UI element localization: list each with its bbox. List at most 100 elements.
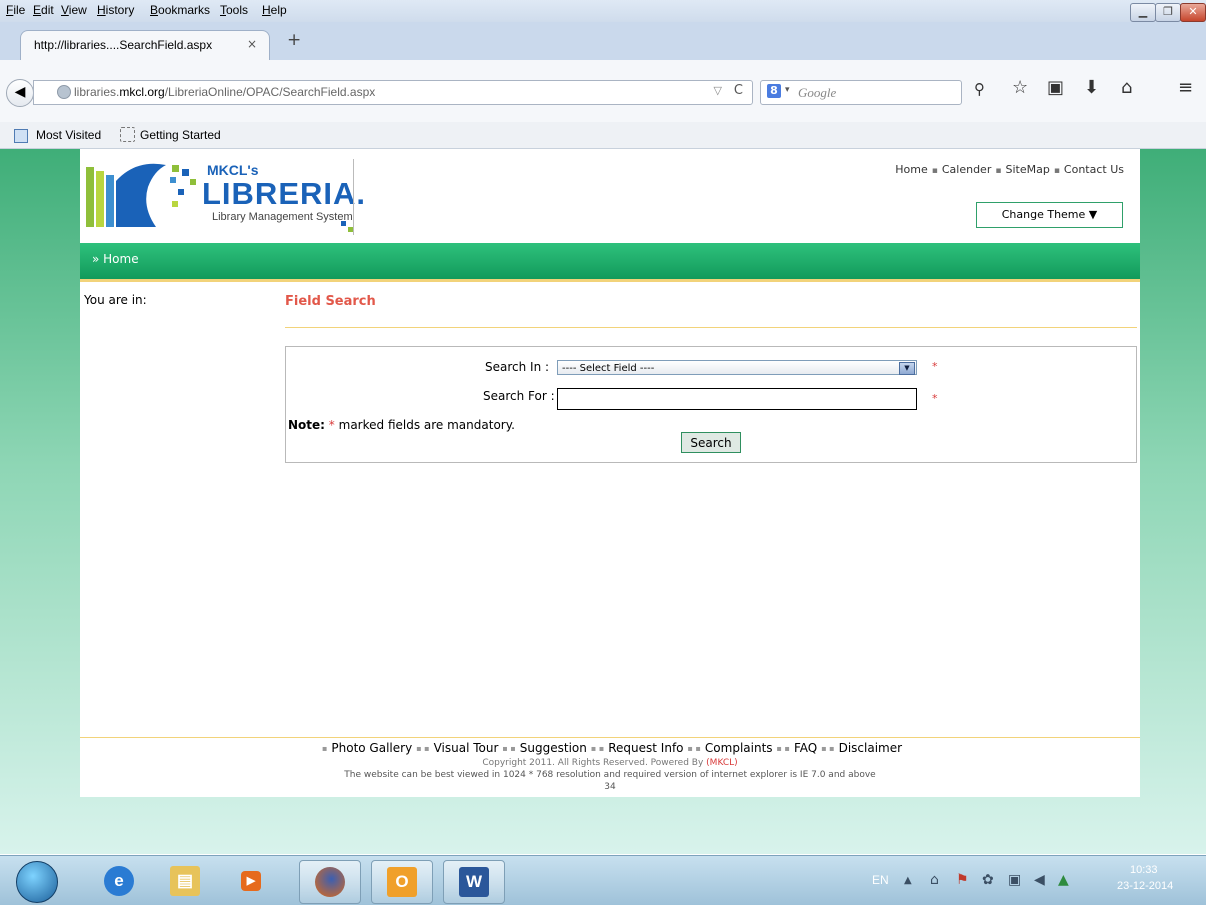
logo-divider [353, 159, 354, 235]
search-placeholder: Google [798, 85, 837, 100]
outlook-icon: O [387, 867, 417, 897]
required-marker: * [932, 360, 938, 373]
footer-link-faq[interactable]: FAQ [794, 741, 817, 755]
bookmark-star-icon[interactable]: ☆ [1012, 77, 1028, 98]
search-for-label: Search For : [483, 389, 555, 403]
clock-time[interactable]: 10:33 [1130, 864, 1158, 876]
url-dropdown-icon[interactable]: ▽ [714, 84, 722, 97]
media-player-icon: ▶ [241, 871, 261, 891]
footer-link-complaints[interactable]: Complaints [705, 741, 773, 755]
folder-icon: ▤ [170, 866, 200, 896]
bookmarks-toolbar: Most Visited Getting Started [0, 122, 1206, 149]
most-visited-icon [14, 129, 28, 143]
footer-link-request-info[interactable]: Request Info [608, 741, 683, 755]
main-nav-bar: » Home [80, 243, 1140, 282]
clock-date[interactable]: 23-12-2014 [1117, 880, 1173, 892]
search-for-input[interactable] [557, 388, 917, 410]
menu-bar: File Edit View History Bookmarks Tools H… [0, 0, 1206, 22]
mkcl-link[interactable]: (MKCL) [706, 758, 738, 768]
settings-icon[interactable]: ✿ [982, 872, 994, 888]
url-bar[interactable]: libraries.mkcl.org/LibreriaOnline/OPAC/S… [33, 80, 753, 105]
menu-bookmarks[interactable]: Bookmarks [150, 3, 210, 17]
search-in-value: ---- Select Field ---- [562, 363, 655, 374]
copyright-text: Copyright 2011. All Rights Reserved. Pow… [482, 758, 738, 768]
dropdown-arrow-icon[interactable]: ▼ [899, 362, 915, 375]
footer-link-photo-gallery[interactable]: Photo Gallery [331, 741, 412, 755]
logo-name: LIBRERIA. [202, 176, 366, 211]
menu-history[interactable]: History [97, 3, 134, 17]
downloads-icon[interactable]: ⬇ [1084, 77, 1099, 98]
menu-tools[interactable]: Tools [220, 3, 248, 17]
home-icon[interactable]: ⌂ [1121, 77, 1132, 98]
search-engine-dropdown-icon[interactable]: ▾ [785, 85, 790, 95]
note-label: Note: [288, 418, 325, 432]
search-bar[interactable]: 8 ▾ Google [760, 80, 962, 105]
page-viewport: MKCL's LIBRERIA. Library Management Syst… [0, 149, 1206, 854]
globe-icon [57, 85, 71, 99]
note-text: marked fields are mandatory. [338, 418, 515, 432]
internet-explorer-icon: e [104, 866, 134, 896]
nav-home-link[interactable]: » Home [92, 252, 139, 266]
footer-link-suggestion[interactable]: Suggestion [520, 741, 587, 755]
logo-tagline: Library Management System [212, 211, 353, 223]
taskbar-media-player[interactable]: ▶ [221, 860, 281, 902]
bookmark-most-visited[interactable]: Most Visited [36, 128, 101, 142]
reload-icon[interactable]: C [734, 83, 743, 98]
top-link-sitemap[interactable]: SiteMap [1005, 163, 1049, 176]
taskbar-firefox[interactable] [299, 860, 361, 904]
required-marker: * [932, 392, 938, 405]
footer-link-visual-tour[interactable]: Visual Tour [434, 741, 499, 755]
restore-button[interactable]: ❐ [1155, 3, 1181, 22]
taskbar-word[interactable]: W [443, 860, 505, 904]
top-link-calender[interactable]: Calender [942, 163, 992, 176]
footer-divider [80, 737, 1140, 738]
getting-started-icon [120, 127, 135, 142]
language-indicator[interactable]: EN [872, 873, 889, 887]
show-hidden-icons-icon[interactable]: ▲ [904, 875, 912, 886]
taskbar-internet-explorer[interactable]: e [89, 860, 149, 902]
back-button[interactable]: ◀ [6, 79, 34, 107]
hamburger-menu-icon[interactable]: ≡ [1178, 77, 1193, 98]
mandatory-note: Note: * marked fields are mandatory. [288, 418, 515, 432]
visitor-count: 34 [604, 782, 616, 792]
menu-help[interactable]: Help [262, 3, 287, 17]
menu-edit[interactable]: Edit [33, 3, 54, 17]
flag-alert-icon[interactable]: ⚑ [956, 872, 969, 888]
minimize-button[interactable]: ▁ [1130, 3, 1156, 22]
taskbar-file-explorer[interactable]: ▤ [155, 860, 215, 902]
volume-icon[interactable]: ◀ [1034, 872, 1045, 888]
google-drive-icon[interactable]: ▲ [1058, 872, 1069, 888]
search-in-select[interactable]: ---- Select Field ---- ▼ [557, 360, 917, 375]
tab-title: http://libraries....SearchField.aspx [34, 38, 213, 52]
menu-file[interactable]: File [6, 3, 25, 17]
windows-taskbar: e ▤ ▶ O W EN ▲ ⌂ ⚑ ✿ ▣ ◀ ▲ 10:33 23-12-2… [0, 855, 1206, 905]
tab-close-icon[interactable]: × [247, 37, 257, 51]
search-icon[interactable]: ⚲ [974, 80, 985, 98]
top-links: Home ▪ Calender ▪ SiteMap ▪ Contact Us [895, 163, 1124, 176]
footer-link-disclaimer[interactable]: Disclaimer [839, 741, 902, 755]
breadcrumb-label: You are in: [84, 293, 147, 307]
search-button[interactable]: Search [681, 432, 741, 453]
change-theme-button[interactable]: Change Theme ▼ [976, 202, 1123, 228]
page-container: MKCL's LIBRERIA. Library Management Syst… [80, 149, 1140, 797]
page-title: Field Search [285, 294, 376, 309]
url-text: libraries.mkcl.org/LibreriaOnline/OPAC/S… [74, 85, 376, 99]
browser-tab[interactable]: http://libraries....SearchField.aspx × [20, 30, 270, 61]
top-link-home[interactable]: Home [895, 163, 927, 176]
word-icon: W [459, 867, 489, 897]
network-icon[interactable]: ⌂ [930, 872, 939, 888]
display-icon[interactable]: ▣ [1008, 872, 1021, 888]
best-view-note: The website can be best viewed in 1024 *… [344, 770, 876, 780]
bookmark-getting-started[interactable]: Getting Started [140, 128, 221, 142]
window-close-button[interactable]: ✕ [1180, 3, 1206, 22]
new-tab-icon[interactable]: + [287, 30, 301, 50]
menu-view[interactable]: View [61, 3, 87, 17]
top-link-contact-us[interactable]: Contact Us [1064, 163, 1124, 176]
note-required-marker: * [328, 418, 335, 432]
search-in-label: Search In : [485, 360, 550, 374]
bookmarks-list-icon[interactable]: ▣ [1047, 77, 1064, 98]
back-arrow-icon: ◀ [14, 84, 26, 100]
google-icon[interactable]: 8 [767, 84, 781, 98]
taskbar-outlook[interactable]: O [371, 860, 433, 904]
start-button[interactable] [16, 861, 58, 903]
